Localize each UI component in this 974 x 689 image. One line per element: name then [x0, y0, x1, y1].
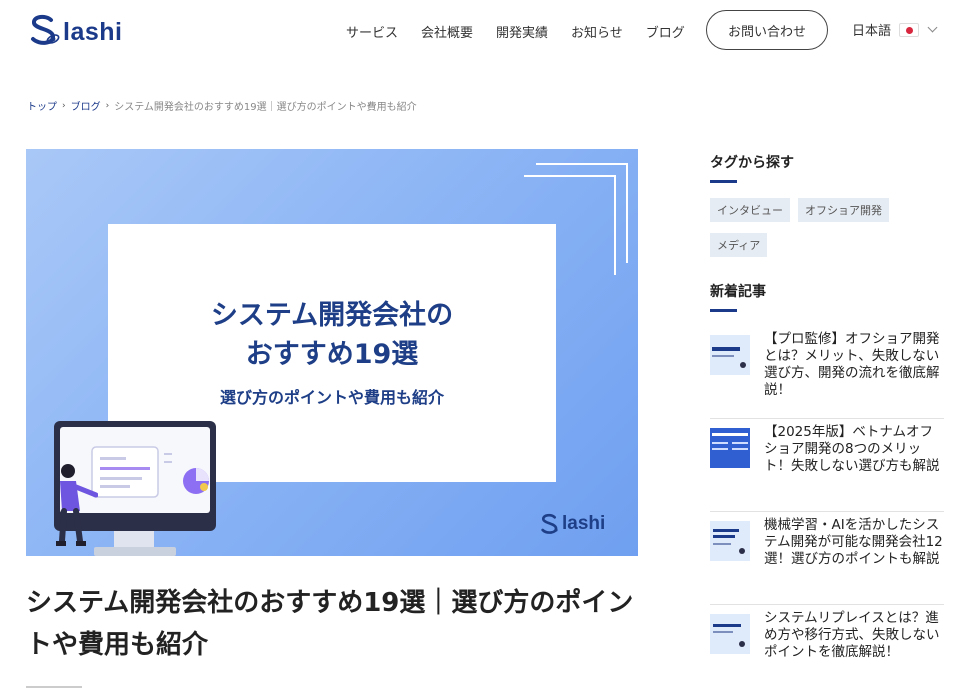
brand-mark-icon: [541, 513, 558, 534]
tags-heading: タグから探す: [710, 155, 794, 171]
post-thumbnail: [710, 335, 750, 375]
post-title: システムリプレイスとは？進め方や移行方式、失敗しないポイントを徹底解説！: [764, 610, 940, 660]
post-thumbnail: [710, 521, 750, 561]
breadcrumb-current: システム開発会社のおすすめ19選｜選び方のポイントや費用も紹介: [114, 102, 417, 113]
nav-item-services[interactable]: サービス: [346, 22, 398, 41]
language-selector[interactable]: 日本語: [852, 20, 938, 39]
hero-image: システム開発会社の おすすめ19選 選び方のポイントや費用も紹介 lashi: [26, 149, 638, 556]
hero-title-line1: システム開発会社の: [210, 300, 454, 331]
main-nav: サービス 会社概要 開発実績 お知らせ ブログ: [346, 22, 708, 41]
site-header: lashi サービス 会社概要 開発実績 お知らせ ブログ お問い合わせ 日本語: [0, 0, 974, 62]
brand-logo[interactable]: lashi: [26, 10, 122, 50]
post-title: 【プロ監修】オフショア開発とは？メリット、失敗しない選び方、開発の流れを徹底解説…: [764, 331, 940, 398]
title-divider: [26, 686, 82, 688]
tags-heading-underline: [710, 180, 737, 183]
recent-posts-heading: 新着記事: [710, 284, 766, 300]
nav-item-blog[interactable]: ブログ: [646, 22, 685, 41]
monitor-base: [94, 547, 176, 556]
post-thumbnail: [710, 428, 750, 468]
thumbnail-image-icon: [710, 335, 750, 375]
nav-item-company[interactable]: 会社概要: [421, 22, 473, 41]
nav-item-news[interactable]: お知らせ: [571, 22, 623, 41]
post-divider: [710, 511, 944, 512]
article-title: システム開発会社のおすすめ19選｜選び方のポイントや費用も紹介: [26, 588, 634, 660]
nav-item-works[interactable]: 開発実績: [496, 22, 548, 41]
breadcrumb: トップ › ブログ › システム開発会社のおすすめ19選｜選び方のポイントや費用…: [27, 98, 417, 114]
recent-heading-underline: [710, 309, 737, 312]
tag-offshore[interactable]: オフショア開発: [798, 198, 889, 222]
person-illustration-icon: [56, 464, 98, 546]
chevron-right-icon: ›: [62, 100, 66, 111]
post-title: 【2025年版】ベトナムオフショア開発の8つのメリット！失敗しない選び方も解説: [764, 424, 940, 474]
post-divider: [710, 418, 944, 419]
contact-button[interactable]: お問い合わせ: [706, 10, 828, 50]
language-label: 日本語: [852, 24, 892, 39]
tag-media[interactable]: メディア: [710, 233, 768, 257]
thumbnail-image-icon: [710, 428, 750, 468]
thumbnail-image-icon: [710, 521, 750, 561]
brand-wordmark: lashi: [63, 18, 123, 46]
hero-logo-wordmark: lashi: [562, 513, 606, 534]
japan-flag-icon: [899, 22, 920, 37]
globe-chart-icon: [183, 468, 209, 494]
breadcrumb-home[interactable]: トップ: [27, 98, 57, 113]
chevron-down-icon: [927, 22, 938, 33]
hero-subtitle: 選び方のポイントや費用も紹介: [219, 388, 444, 407]
brand-mark-icon: [31, 14, 60, 45]
hero-title-line2: おすすめ19選: [245, 339, 419, 370]
post-thumbnail: [710, 614, 750, 654]
thumbnail-image-icon: [710, 614, 750, 654]
tag-interview[interactable]: インタビュー: [710, 198, 790, 222]
chevron-right-icon: ›: [105, 100, 110, 111]
hero-logo: lashi: [538, 511, 605, 537]
post-title: 機械学習・AIを活かしたシステム開発が可能な開発会社12選！選び方のポイントも解…: [764, 517, 943, 567]
post-divider: [710, 604, 944, 605]
breadcrumb-blog[interactable]: ブログ: [71, 98, 101, 113]
